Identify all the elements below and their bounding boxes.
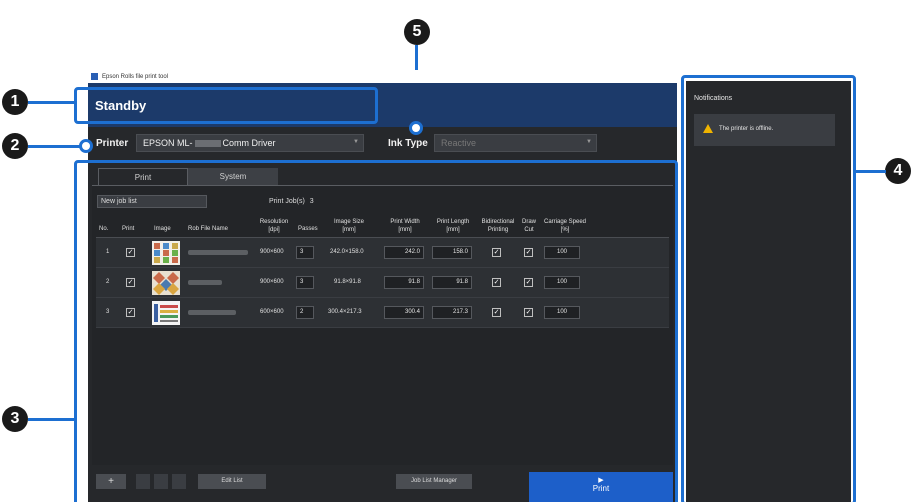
callout-5: 5 [404, 19, 430, 45]
printer-value-suffix: Comm Driver [222, 138, 276, 148]
callout-4-line [856, 170, 886, 173]
title-bar: Epson Rolls file print tool [88, 70, 677, 83]
highlight-printer-dot [79, 139, 93, 153]
callout-3-line [28, 418, 74, 421]
highlight-ink-dot [409, 121, 423, 135]
callout-2: 2 [2, 133, 28, 159]
chevron-down-icon: ▼ [586, 139, 592, 145]
ink-type-label: Ink Type [388, 138, 428, 149]
printer-select[interactable]: EPSON ML- Comm Driver ▼ [136, 134, 364, 152]
app-icon [91, 73, 98, 80]
redacted-mask [194, 140, 221, 148]
printer-row: Printer EPSON ML- Comm Driver ▼ Ink Type … [88, 132, 677, 158]
highlight-panel [74, 160, 678, 502]
callout-1: 1 [2, 89, 28, 115]
highlight-status [74, 87, 378, 124]
chevron-down-icon: ▼ [353, 139, 359, 145]
callout-1-line [28, 101, 74, 104]
window-title: Epson Rolls file print tool [102, 73, 169, 80]
callout-3: 3 [2, 406, 28, 432]
ink-type-value: Reactive [441, 138, 477, 148]
printer-label: Printer [96, 138, 129, 149]
ink-type-select[interactable]: Reactive ▼ [434, 134, 597, 152]
callout-2-line [28, 145, 84, 148]
highlight-notifications [681, 75, 856, 502]
callout-4: 4 [885, 158, 911, 184]
printer-value-prefix: EPSON ML- [143, 138, 193, 148]
